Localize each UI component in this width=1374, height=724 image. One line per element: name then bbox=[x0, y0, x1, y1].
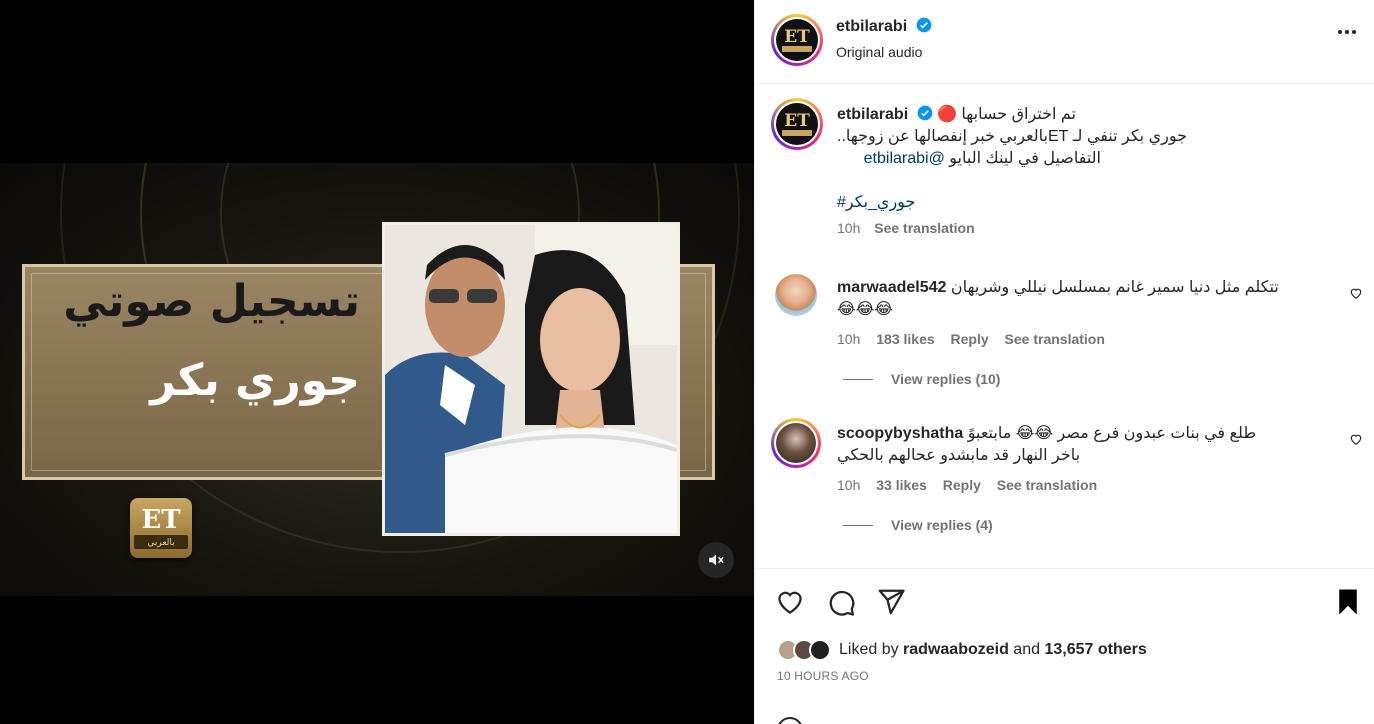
like-comment-heart-icon[interactable] bbox=[1349, 286, 1363, 300]
post-timestamp[interactable]: 10 HOURS AGO bbox=[777, 669, 869, 683]
view-replies-button[interactable]: View replies (4) bbox=[843, 517, 1337, 533]
comment-item: marwaadel542 تتكلم مثل دنيا سمير غانم بم… bbox=[755, 272, 1374, 392]
original-audio-link[interactable]: Original audio bbox=[836, 44, 922, 60]
video-name-text: جوري بكر bbox=[150, 355, 360, 406]
speaker-muted-icon bbox=[709, 554, 724, 566]
likes-count-link[interactable]: 13,657 others bbox=[1044, 641, 1146, 658]
commenter-avatar[interactable] bbox=[771, 418, 821, 468]
mute-button[interactable] bbox=[698, 542, 734, 578]
post-actions-bar: Liked by radwaabozeid and 13,657 others … bbox=[755, 568, 1374, 724]
view-replies-button[interactable]: View replies (10) bbox=[843, 371, 1337, 387]
comment-bubble-icon[interactable] bbox=[826, 587, 856, 617]
caption-time: 10h bbox=[837, 220, 861, 236]
comment-see-translation[interactable]: See translation bbox=[1005, 331, 1105, 347]
liked-by-row: Liked by radwaabozeid and 13,657 others bbox=[777, 639, 1147, 661]
like-comment-heart-icon[interactable] bbox=[1349, 432, 1363, 446]
comment-time: 10h bbox=[837, 477, 861, 493]
liked-by-label: Liked by bbox=[839, 641, 904, 658]
couple-photo bbox=[382, 222, 680, 536]
like-heart-icon[interactable] bbox=[775, 587, 805, 617]
comment-likes[interactable]: 183 likes bbox=[876, 331, 934, 347]
liked-by-and: and bbox=[1008, 641, 1045, 658]
reply-button[interactable]: Reply bbox=[943, 477, 981, 493]
media-pane[interactable]: تسجيل صوتي جوري بكر ET بالعربي bbox=[0, 0, 754, 724]
liker-avatars[interactable] bbox=[777, 639, 831, 661]
view-replies-label: View replies (4) bbox=[891, 517, 993, 533]
caption-line-1: تم اختراق حسابها 🔴 bbox=[937, 106, 1076, 123]
view-replies-label: View replies (10) bbox=[891, 371, 1001, 387]
et-watermark-logo: ET بالعربي bbox=[130, 498, 192, 558]
comment-time: 10h bbox=[837, 331, 861, 347]
comment-text: تتكلم مثل دنيا سمير غانم بمسلسل نيللي وش… bbox=[950, 279, 1279, 296]
caption-line-3: التفاصيل في لينك البايو bbox=[944, 150, 1101, 167]
comment-username[interactable]: marwaadel542 bbox=[837, 279, 946, 296]
author-username[interactable]: etbilarabi bbox=[836, 18, 907, 35]
caption-line-2: جوري بكر تنفي لـ ETبالعربي خبر إنفصالها … bbox=[837, 128, 1187, 145]
comment-username[interactable]: scoopybyshatha bbox=[837, 425, 963, 442]
instagram-post-view: تسجيل صوتي جوري بكر ET بالعربي ET etbila… bbox=[0, 0, 1374, 724]
verified-badge-icon bbox=[916, 17, 931, 33]
verified-badge-icon bbox=[917, 105, 932, 121]
reply-button[interactable]: Reply bbox=[951, 331, 989, 347]
liked-by-username[interactable]: radwaabozeid bbox=[903, 641, 1009, 658]
hashtag-link[interactable]: #جوري_بكر bbox=[837, 192, 1317, 214]
caption-see-translation[interactable]: See translation bbox=[874, 220, 974, 236]
caption-username[interactable]: etbilarabi bbox=[837, 106, 908, 123]
video-title-text: تسجيل صوتي bbox=[63, 276, 360, 327]
emoji-icon[interactable] bbox=[777, 717, 803, 724]
mention-link[interactable]: @etbilarabi bbox=[864, 150, 945, 167]
caption-avatar[interactable]: ET bbox=[771, 98, 823, 150]
post-details-pane: ET etbilarabi Original audio ET etbilara… bbox=[754, 0, 1374, 724]
comment-text-2: باخر النهار قد مابشدو عحالهم بالحكي bbox=[837, 447, 1081, 464]
comment-text-2: 😂😂😂 bbox=[837, 301, 894, 318]
more-options-button[interactable] bbox=[1338, 30, 1356, 34]
comment-see-translation[interactable]: See translation bbox=[997, 477, 1097, 493]
author-avatar[interactable]: ET bbox=[771, 14, 823, 66]
logo-sub-text: بالعربي bbox=[134, 535, 188, 549]
saved-bookmark-icon[interactable] bbox=[1333, 587, 1363, 617]
comment-likes[interactable]: 33 likes bbox=[876, 477, 927, 493]
commenter-avatar[interactable] bbox=[775, 274, 817, 316]
share-paper-plane-icon[interactable] bbox=[876, 587, 906, 617]
comment-item: scoopybyshatha طلع في بنات عبدون فرع مصر… bbox=[755, 418, 1374, 548]
comment-text: طلع في بنات عبدون فرع مصر 😂😂 مابتعبوً bbox=[967, 425, 1257, 442]
post-header: ET etbilarabi Original audio bbox=[755, 0, 1374, 84]
logo-et-text: ET bbox=[141, 505, 181, 535]
